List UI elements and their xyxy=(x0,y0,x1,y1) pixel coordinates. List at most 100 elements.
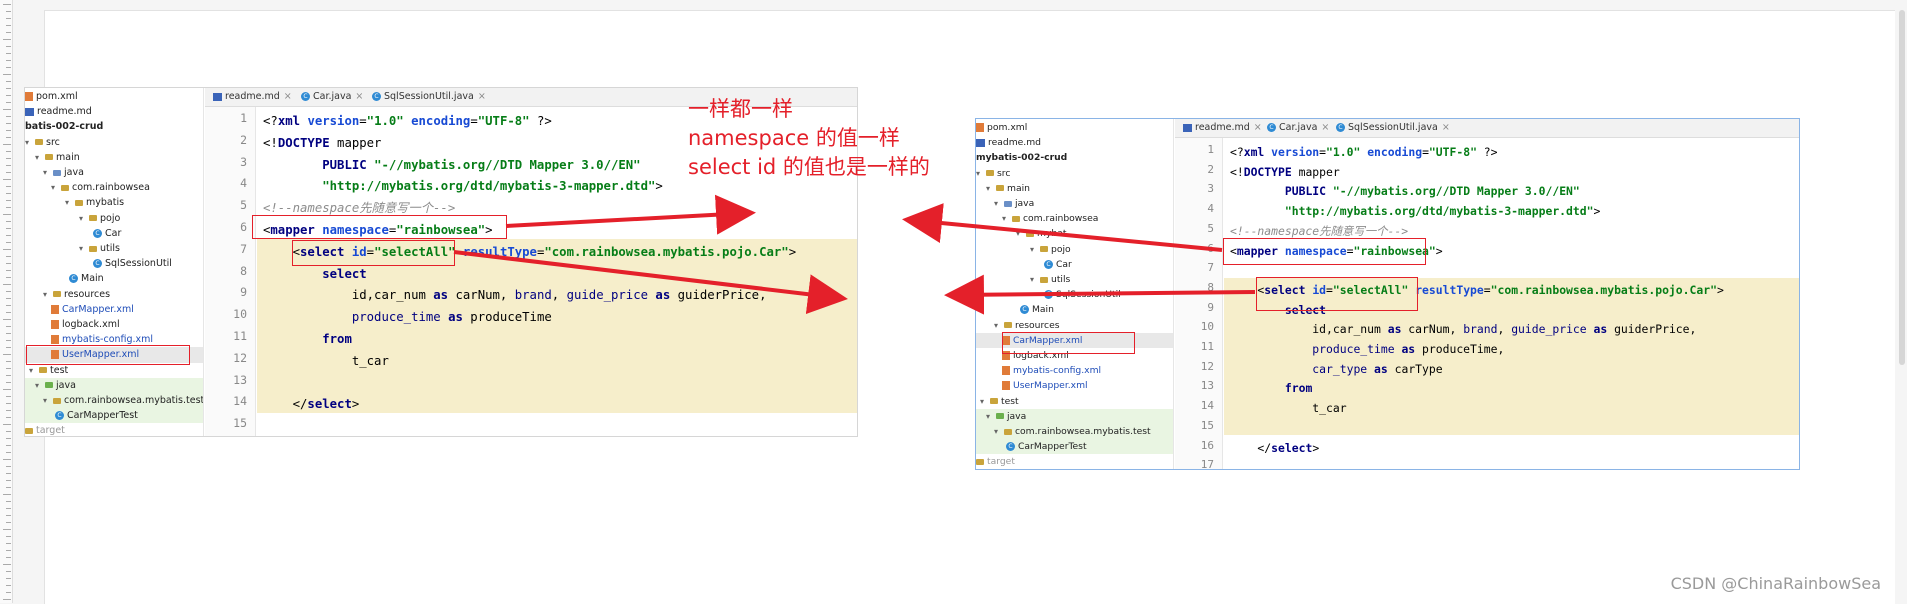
close-icon[interactable]: × xyxy=(355,91,363,102)
chevron-down-icon[interactable]: ▾ xyxy=(994,196,1004,211)
chevron-down-icon[interactable]: ▾ xyxy=(1030,242,1040,257)
editor-tab[interactable]: C SqlSessionUtil.java × xyxy=(368,88,490,106)
tree-item[interactable]: target xyxy=(25,423,203,436)
tree-item[interactable]: ▾ com.rainbowsea xyxy=(25,180,203,195)
close-icon[interactable]: × xyxy=(1321,122,1329,133)
editor-tab[interactable]: readme.md × xyxy=(1179,119,1266,137)
tree-item-label: CarMapper.xml xyxy=(62,303,134,315)
close-icon[interactable]: × xyxy=(284,91,292,102)
tree-item[interactable]: C Main xyxy=(976,302,1173,317)
tree-item[interactable]: readme.md xyxy=(976,135,1173,150)
close-icon[interactable]: × xyxy=(1254,122,1262,133)
tree-item[interactable]: ▾ mybat xyxy=(976,226,1173,241)
ruler-tick xyxy=(6,186,11,187)
ruler-tick xyxy=(6,410,11,411)
chevron-down-icon[interactable]: ▾ xyxy=(43,393,53,408)
chevron-down-icon[interactable]: ▾ xyxy=(35,150,45,165)
tree-item[interactable]: ▾ resources xyxy=(25,287,203,302)
tree-item[interactable]: mybatis-002-crud xyxy=(976,150,1173,165)
tree-item[interactable]: C Car xyxy=(976,257,1173,272)
tree-item-label: resources xyxy=(64,288,111,300)
ruler-tick xyxy=(6,221,11,222)
tree-item[interactable]: mybatis-config.xml xyxy=(976,363,1173,378)
tree-item[interactable]: ▾ mybatis xyxy=(25,195,203,210)
annotation-line-3: select id 的值也是一样的 xyxy=(688,155,930,179)
tree-item-label: java xyxy=(1015,198,1035,209)
ruler-tick xyxy=(6,501,11,502)
tree-item[interactable]: C CarMapperTest xyxy=(976,439,1173,455)
tree-item[interactable]: pom.xml xyxy=(25,89,203,104)
class-icon: C xyxy=(1020,305,1029,315)
tree-item[interactable]: C Car xyxy=(25,226,203,241)
chevron-down-icon[interactable]: ▾ xyxy=(994,318,1004,333)
tree-item[interactable]: ▾ resources xyxy=(976,318,1173,333)
ruler-tick xyxy=(6,522,11,523)
code-line: t_car xyxy=(263,353,389,368)
editor-tab[interactable]: C SqlSessionUtil.java × xyxy=(1332,119,1454,137)
chevron-down-icon[interactable]: ▾ xyxy=(43,165,53,180)
chevron-down-icon[interactable]: ▾ xyxy=(25,135,35,150)
chevron-down-icon[interactable]: ▾ xyxy=(980,394,990,409)
class-icon: C xyxy=(93,259,102,269)
chevron-down-icon[interactable]: ▾ xyxy=(986,409,996,424)
tree-item[interactable]: ▾ java xyxy=(976,408,1173,424)
ruler-tick xyxy=(6,543,11,544)
tree-item[interactable]: C Main xyxy=(25,271,203,286)
editor-tab[interactable]: readme.md × xyxy=(209,88,296,106)
code-line: from xyxy=(322,332,352,346)
chevron-down-icon[interactable]: ▾ xyxy=(1002,211,1012,226)
chevron-down-icon[interactable]: ▾ xyxy=(43,287,53,302)
tree-item[interactable]: ▾ test xyxy=(976,394,1173,409)
tree-item[interactable]: ▾ java xyxy=(25,377,203,393)
tree-item[interactable]: ▾ java xyxy=(25,165,203,180)
tree-item[interactable]: ▾ utils xyxy=(25,241,203,256)
tree-item[interactable]: ▾ src xyxy=(976,166,1173,181)
chevron-down-icon[interactable]: ▾ xyxy=(65,195,75,210)
tree-item[interactable]: ▾ com.rainbowsea xyxy=(976,211,1173,226)
class-icon: C xyxy=(372,92,381,101)
close-icon[interactable]: × xyxy=(478,91,486,102)
chevron-down-icon[interactable]: ▾ xyxy=(976,166,986,181)
chevron-down-icon[interactable]: ▾ xyxy=(994,424,1004,439)
ruler-tick xyxy=(3,424,11,425)
tree-item[interactable]: ▾ utils xyxy=(976,272,1173,287)
tree-item[interactable]: batis-002-crud xyxy=(25,119,203,134)
ruler-tick xyxy=(6,382,11,383)
tree-item[interactable]: target xyxy=(976,454,1173,469)
chevron-down-icon[interactable]: ▾ xyxy=(51,180,61,195)
chevron-down-icon[interactable]: ▾ xyxy=(1016,226,1026,241)
line-number: 2 xyxy=(1207,162,1214,176)
editor-tab[interactable]: C Car.java × xyxy=(297,88,367,106)
ruler-tick xyxy=(6,438,11,439)
tree-item[interactable]: ▾ pojo xyxy=(976,242,1173,257)
chevron-down-icon[interactable]: ▾ xyxy=(79,211,89,226)
tree-item[interactable]: C CarMapperTest xyxy=(25,408,203,424)
tree-item-label: Main xyxy=(1032,304,1054,316)
markdown-file-icon xyxy=(1183,123,1192,132)
chevron-down-icon[interactable]: ▾ xyxy=(35,378,45,393)
chevron-down-icon[interactable]: ▾ xyxy=(986,181,996,196)
ruler-tick xyxy=(3,564,11,565)
tree-item[interactable]: ▾ pojo xyxy=(25,211,203,226)
close-icon[interactable]: × xyxy=(1442,122,1450,133)
tree-item[interactable]: pom.xml xyxy=(976,120,1173,135)
line-number: 12 xyxy=(233,350,247,365)
chevron-down-icon[interactable]: ▾ xyxy=(79,241,89,256)
tree-item[interactable]: ▾ com.rainbowsea.mybatis.test xyxy=(976,424,1173,440)
tree-item-label: pojo xyxy=(100,212,121,224)
test-folder-icon xyxy=(45,382,53,389)
tree-item[interactable]: ▾ main xyxy=(25,150,203,165)
vertical-scrollbar[interactable] xyxy=(1899,10,1905,365)
tree-item[interactable]: readme.md xyxy=(25,104,203,119)
tree-item[interactable]: ▾ java xyxy=(976,196,1173,211)
tree-item[interactable]: logback.xml xyxy=(25,317,203,332)
tree-item[interactable]: C SqlSessionUtil xyxy=(25,256,203,271)
tree-item[interactable]: ▾ com.rainbowsea.mybatis.test xyxy=(25,393,203,409)
editor-tab[interactable]: C Car.java × xyxy=(1263,119,1333,137)
chevron-down-icon[interactable]: ▾ xyxy=(1030,272,1040,287)
tree-item[interactable]: C SqlSessionUtil xyxy=(976,287,1173,302)
tree-item[interactable]: UserMapper.xml xyxy=(976,378,1173,393)
tree-item[interactable]: CarMapper.xml xyxy=(25,302,203,317)
tree-item[interactable]: ▾ main xyxy=(976,181,1173,196)
tree-item[interactable]: ▾ src xyxy=(25,135,203,150)
